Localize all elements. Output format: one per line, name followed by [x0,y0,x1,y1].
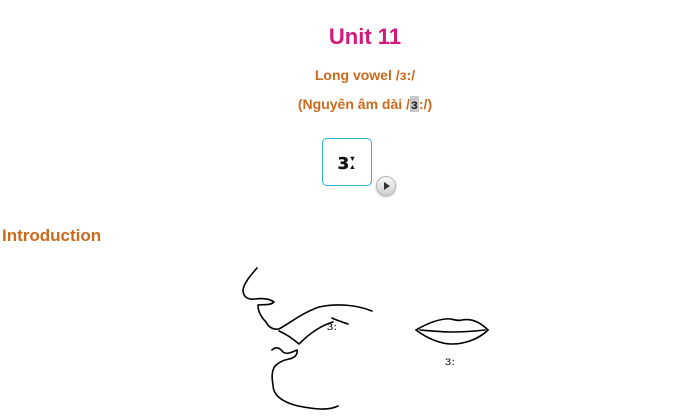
phoneme-symbol: ɜː [337,149,357,175]
subtitle-vietnamese: (Nguyên âm dài /ɜ:/) [0,95,682,113]
lips-lower [415,329,489,345]
subtitle-english: Long vowel /ɜ:/ [314,67,416,83]
face-phoneme-label: ɜː [327,319,338,333]
section-heading-introduction: Introduction [2,226,102,245]
subtitle-vietnamese-suffix: :/) [418,96,433,112]
play-audio-button[interactable] [376,176,396,196]
page-title: Unit 11 [328,24,402,49]
face-profile-upper [242,267,373,330]
mouth-illustration [242,267,489,410]
lips-middle [419,329,486,333]
face-profile-lower [271,347,339,410]
subtitle-vietnamese-prefix: (Nguyên âm dài / [297,96,410,112]
tongue-curve [278,321,334,345]
play-icon [384,182,390,190]
lips-upper [415,318,489,331]
lips-phoneme-label: ɜː [445,354,456,368]
lesson-page: Unit 11 Long vowel /ɜ:/ (Nguyên âm dài /… [0,0,682,417]
phoneme-symbol-card[interactable]: ɜː [322,138,372,186]
subtitle-vietnamese-symbol: ɜ [409,96,419,112]
